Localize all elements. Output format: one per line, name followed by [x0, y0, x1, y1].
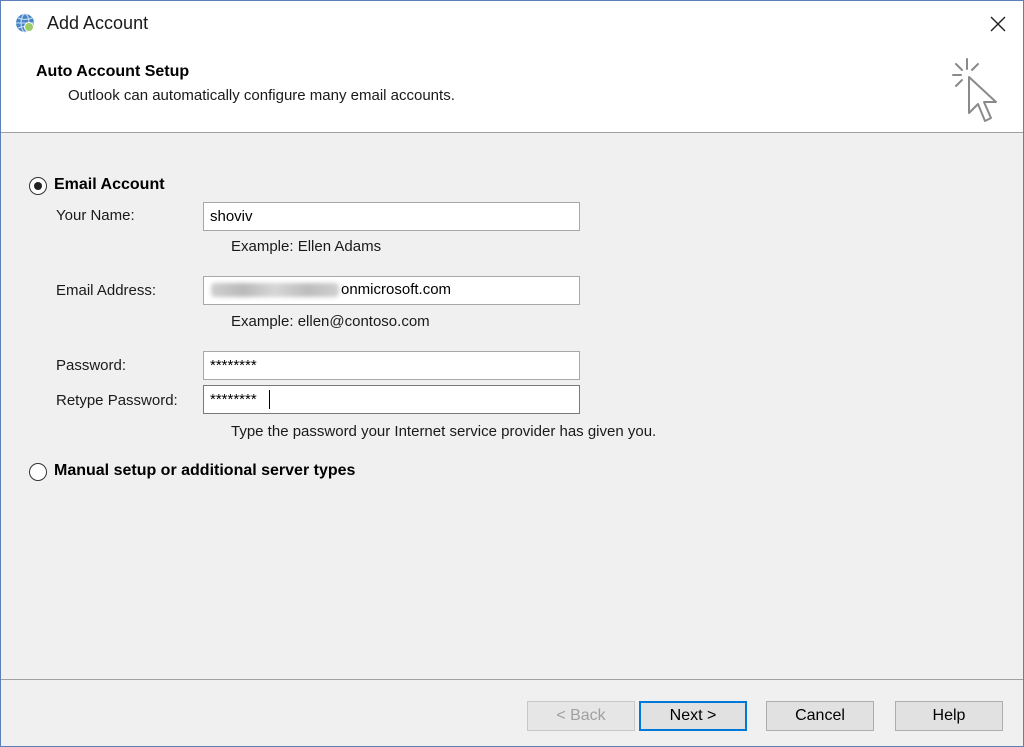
add-account-dialog: Add Account Auto Account Setup Outlook c… — [0, 0, 1024, 747]
title-bar: Add Account — [1, 1, 1023, 47]
text-caret — [269, 390, 270, 409]
your-name-label: Your Name: — [56, 207, 135, 224]
close-button[interactable] — [983, 9, 1013, 39]
outlook-globe-icon — [16, 13, 34, 33]
cursor-click-icon — [952, 58, 997, 122]
email-redacted-part — [211, 283, 339, 297]
cancel-button[interactable]: Cancel — [766, 701, 874, 731]
manual-setup-label[interactable]: Manual setup or additional server types — [54, 462, 355, 480]
email-account-radio[interactable] — [29, 177, 47, 195]
footer-divider — [1, 679, 1023, 680]
your-name-hint: Example: Ellen Adams — [231, 238, 382, 255]
wizard-header: Auto Account Setup Outlook can automatic… — [1, 47, 1023, 133]
your-name-input[interactable] — [203, 202, 580, 231]
back-button[interactable]: < Back — [527, 701, 635, 731]
window-title: Add Account — [47, 13, 149, 33]
page-subtitle: Outlook can automatically configure many… — [68, 87, 455, 104]
help-button[interactable]: Help — [895, 701, 1003, 731]
manual-setup-radio[interactable] — [29, 463, 47, 481]
next-button[interactable]: Next > — [639, 701, 747, 731]
password-input[interactable] — [203, 351, 580, 380]
retype-password-input[interactable] — [203, 385, 580, 414]
password-label: Password: — [56, 357, 127, 374]
email-address-hint: Example: ellen@contoso.com — [231, 313, 430, 330]
email-address-label: Email Address: — [56, 282, 157, 299]
close-icon — [990, 16, 1006, 32]
email-visible-part: onmicrosoft.com — [341, 281, 452, 298]
retype-password-label: Retype Password: — [56, 392, 178, 409]
password-hint: Type the password your Internet service … — [231, 423, 657, 440]
page-title: Auto Account Setup — [36, 63, 190, 80]
email-account-label[interactable]: Email Account — [54, 176, 165, 194]
